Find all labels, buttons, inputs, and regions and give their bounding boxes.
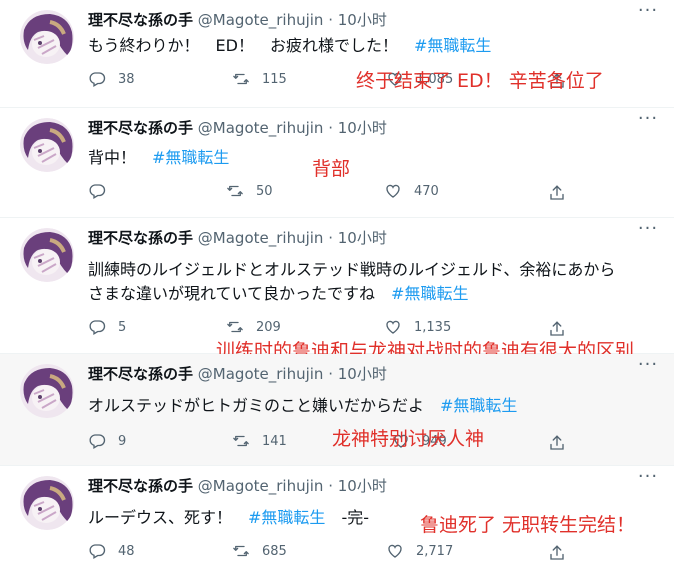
tweet[interactable]: 理不尽な孫の手 @Magote_rihujin · 10小时 ··· ルーデウス… — [0, 466, 674, 580]
avatar[interactable] — [20, 10, 74, 64]
retweet-icon — [232, 70, 250, 88]
display-name[interactable]: 理不尽な孫の手 — [88, 229, 193, 247]
tweet-text: 背中！ #無職転生 — [88, 146, 229, 170]
avatar[interactable] — [20, 476, 74, 530]
retweet-button[interactable]: 685 — [232, 542, 287, 560]
like-count: 1,135 — [414, 319, 452, 335]
timestamp[interactable]: · 10小时 — [328, 119, 387, 137]
more-options-icon[interactable]: ··· — [636, 356, 660, 378]
like-button[interactable]: 2,717 — [386, 542, 453, 560]
retweet-button[interactable]: 50 — [226, 182, 273, 200]
user-handle[interactable]: @Magote_rihujin — [198, 229, 324, 247]
avatar[interactable] — [20, 228, 74, 282]
tweet[interactable]: 理不尽な孫の手 @Magote_rihujin · 10小时 ··· 背中！ #… — [0, 108, 674, 218]
like-count: 2,717 — [416, 543, 454, 559]
tweet-text-tail: -完- — [325, 508, 369, 527]
reply-button[interactable]: 5 — [88, 318, 126, 336]
more-options-icon[interactable]: ··· — [636, 220, 660, 242]
retweet-count: 115 — [262, 71, 287, 87]
reply-count: 9 — [118, 433, 127, 449]
share-icon[interactable] — [548, 184, 566, 202]
hashtag-link[interactable]: #無職転生 — [414, 36, 491, 55]
display-name[interactable]: 理不尽な孫の手 — [88, 119, 193, 137]
translation-overlay: 鲁迪死了 无职转生完结！ — [420, 514, 636, 536]
hashtag-link[interactable]: #無職転生 — [391, 284, 468, 303]
reply-button[interactable]: 48 — [88, 542, 135, 560]
more-options-icon[interactable]: ··· — [636, 468, 660, 490]
reply-icon — [88, 182, 106, 200]
reply-button[interactable]: 9 — [88, 432, 126, 450]
hashtag-link[interactable]: #無職転生 — [248, 508, 325, 527]
retweet-icon — [232, 542, 250, 560]
tweet-text-body: オルステッドがヒトガミのこと嫌いだからだよ — [88, 396, 441, 415]
retweet-count: 141 — [262, 433, 287, 449]
tweet-text: ルーデウス、死す！ #無職転生 -完- — [88, 506, 369, 530]
timestamp[interactable]: · 10小时 — [328, 11, 387, 29]
tweet-header: 理不尽な孫の手 @Magote_rihujin · 10小时 — [88, 363, 387, 384]
translation-overlay: 背部 — [312, 158, 351, 180]
reply-icon — [88, 70, 106, 88]
more-options-icon[interactable]: ··· — [636, 2, 660, 24]
retweet-icon — [232, 432, 250, 450]
reply-button[interactable]: 38 — [88, 70, 135, 88]
user-handle[interactable]: @Magote_rihujin — [198, 11, 324, 29]
tweet-header: 理不尽な孫の手 @Magote_rihujin · 10小时 — [88, 117, 387, 138]
timestamp[interactable]: · 10小时 — [328, 477, 387, 495]
tweet-text-body: ルーデウス、死す！ — [88, 508, 249, 527]
tweet-text-line: 訓練時のルイジェルドとオルステッド戦時のルイジェルド、余裕にあから — [88, 260, 616, 279]
tweet-actions: 50 470 — [0, 182, 674, 206]
like-button[interactable]: 1,135 — [384, 318, 451, 336]
display-name[interactable]: 理不尽な孫の手 — [88, 477, 193, 495]
like-icon — [384, 318, 402, 336]
retweet-button[interactable]: 115 — [232, 70, 287, 88]
tweet-text-body: 背中！ — [88, 148, 153, 167]
retweet-icon — [226, 318, 244, 336]
user-handle[interactable]: @Magote_rihujin — [198, 477, 324, 495]
hashtag-link[interactable]: #無職転生 — [440, 396, 517, 415]
tweet-text: オルステッドがヒトガミのこと嫌いだからだよ #無職転生 — [88, 394, 517, 418]
tweet-text: もう終わりか！ ED！ お疲れ様でした！ #無職転生 — [88, 34, 491, 58]
tweet[interactable]: 理不尽な孫の手 @Magote_rihujin · 10小时 ··· オルステッ… — [0, 354, 674, 466]
user-handle[interactable]: @Magote_rihujin — [198, 365, 324, 383]
retweet-count: 50 — [256, 183, 273, 199]
tweet[interactable]: 理不尽な孫の手 @Magote_rihujin · 10小时 ··· 訓練時のル… — [0, 218, 674, 362]
reply-count: 5 — [118, 319, 127, 335]
reply-icon — [88, 542, 106, 560]
avatar[interactable] — [20, 118, 74, 172]
retweet-button[interactable]: 141 — [232, 432, 287, 450]
hashtag-link[interactable]: #無職転生 — [152, 148, 229, 167]
reply-icon — [88, 318, 106, 336]
tweet-text-body: もう終わりか！ ED！ お疲れ様でした！ — [88, 36, 414, 55]
reply-button[interactable] — [88, 182, 118, 200]
reply-count: 48 — [118, 543, 135, 559]
share-icon[interactable] — [548, 544, 566, 562]
retweet-count: 209 — [256, 319, 281, 335]
like-icon — [384, 182, 402, 200]
like-icon — [386, 542, 404, 560]
translation-overlay: 龙神特别讨厌人神 — [332, 428, 485, 450]
retweet-icon — [226, 182, 244, 200]
tweet-actions: 48 685 2,717 — [0, 542, 674, 566]
timestamp[interactable]: · 10小时 — [328, 229, 387, 247]
reply-count: 38 — [118, 71, 135, 87]
tweet-header: 理不尽な孫の手 @Magote_rihujin · 10小时 — [88, 9, 387, 30]
retweet-count: 685 — [262, 543, 287, 559]
display-name[interactable]: 理不尽な孫の手 — [88, 11, 193, 29]
tweet[interactable]: 理不尽な孫の手 @Magote_rihujin · 10小时 ··· もう終わり… — [0, 0, 674, 108]
like-count: 470 — [414, 183, 439, 199]
timestamp[interactable]: · 10小时 — [328, 365, 387, 383]
display-name[interactable]: 理不尽な孫の手 — [88, 365, 193, 383]
share-icon[interactable] — [548, 434, 566, 452]
tweet-text-body: さまな違いが現れていて良かったですね — [88, 284, 392, 303]
more-options-icon[interactable]: ··· — [636, 110, 660, 132]
translation-overlay: 终于结束了 ED！ 辛苦各位了 — [356, 70, 604, 92]
reply-icon — [88, 432, 106, 450]
retweet-button[interactable]: 209 — [226, 318, 281, 336]
tweet-text: 訓練時のルイジェルドとオルステッド戦時のルイジェルド、余裕にあから さまな違いが… — [88, 258, 668, 306]
avatar[interactable] — [20, 364, 74, 418]
tweet-header: 理不尽な孫の手 @Magote_rihujin · 10小时 — [88, 227, 387, 248]
like-button[interactable]: 470 — [384, 182, 439, 200]
tweet-header: 理不尽な孫の手 @Magote_rihujin · 10小时 — [88, 475, 387, 496]
user-handle[interactable]: @Magote_rihujin — [198, 119, 324, 137]
